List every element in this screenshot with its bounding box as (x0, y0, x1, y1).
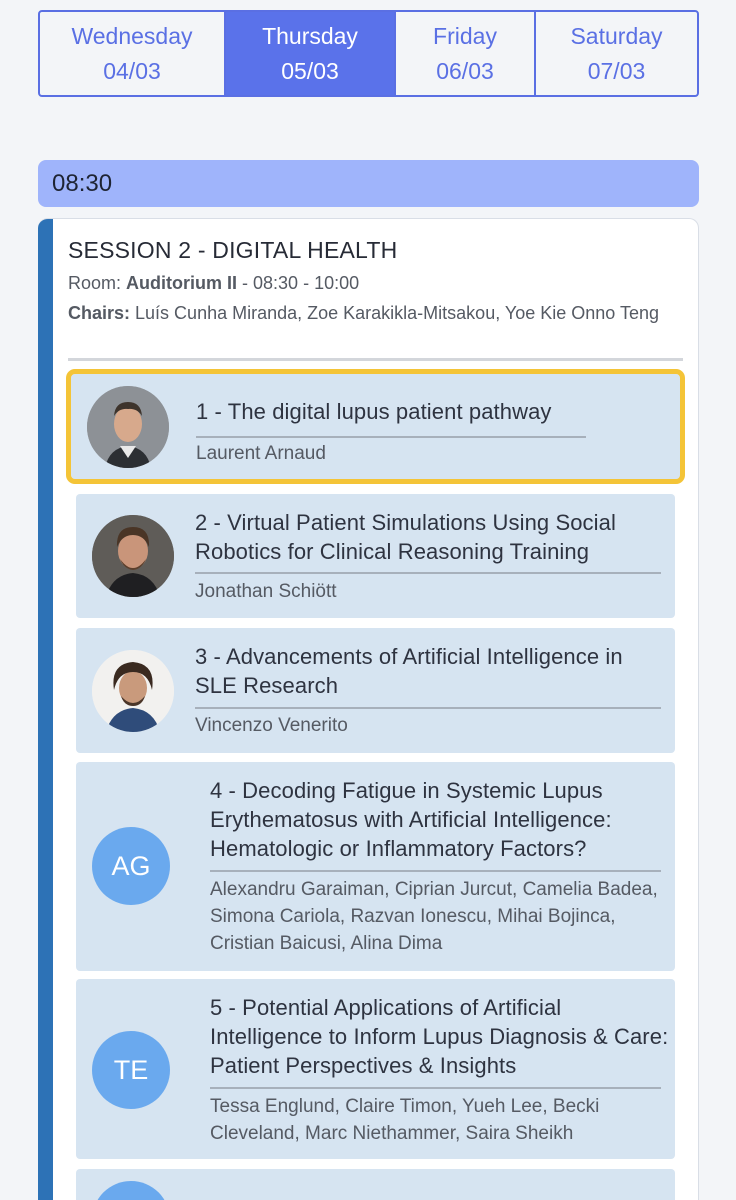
session-divider (68, 358, 683, 361)
talk-item-4[interactable]: AG 4 - Decoding Fatigue in Systemic Lupu… (76, 762, 675, 971)
talk-divider (210, 870, 661, 872)
speaker-initials-avatar: TE (92, 1031, 170, 1109)
session-card: SESSION 2 - DIGITAL HEALTH Room: Auditor… (38, 218, 699, 1200)
talk-speakers: Alexandru Garaiman, Ciprian Jurcut, Came… (210, 879, 658, 954)
talk-divider (195, 572, 661, 574)
tab-wednesday[interactable]: Wednesday 04/03 (40, 12, 226, 95)
chairs-names: Luís Cunha Miranda, Zoe Karakikla-Mitsak… (135, 303, 660, 323)
talk-title: 2 - Virtual Patient Simulations Using So… (195, 510, 616, 564)
tab-day-date: 07/03 (587, 57, 646, 84)
speaker-avatar (92, 650, 174, 732)
person-photo-icon (92, 650, 174, 732)
talk-speakers: Laurent Arnaud (196, 443, 326, 464)
person-photo-icon (92, 515, 174, 597)
talk-item-2[interactable]: 2 - Virtual Patient Simulations Using So… (76, 494, 675, 618)
talk-item-3[interactable]: 3 - Advancements of Artificial Intellige… (76, 628, 675, 753)
tab-day-name: Friday (433, 22, 497, 49)
tab-saturday[interactable]: Saturday 07/03 (536, 12, 697, 95)
talk-title: 3 - Advancements of Artificial Intellige… (195, 644, 623, 698)
talk-divider (195, 707, 661, 709)
tab-thursday[interactable]: Thursday 05/03 (226, 12, 396, 95)
room-label: Room: (68, 273, 122, 293)
session-chairs: Chairs: Luís Cunha Miranda, Zoe Karakikl… (68, 300, 678, 327)
talk-title: 4 - Decoding Fatigue in Systemic Lupus E… (210, 778, 612, 861)
talk-item-6[interactable] (76, 1169, 675, 1200)
speaker-avatar (87, 386, 169, 468)
session-room: Room: Auditorium II - 08:30 - 10:00 (68, 273, 359, 294)
session-title: SESSION 2 - DIGITAL HEALTH (68, 237, 398, 263)
day-tabs: Wednesday 04/03 Thursday 05/03 Friday 06… (38, 10, 699, 97)
room-name: Auditorium II (126, 273, 238, 293)
speaker-initials-avatar: AG (92, 827, 170, 905)
talk-title: 1 - The digital lupus patient pathway (196, 399, 552, 424)
tab-day-name: Thursday (262, 22, 358, 49)
speaker-avatar (92, 515, 174, 597)
time-slot-header: 08:30 (38, 160, 699, 207)
talk-item-1[interactable]: 1 - The digital lupus patient pathway La… (66, 369, 685, 484)
tab-day-date: 05/03 (281, 57, 339, 84)
talk-item-5[interactable]: TE 5 - Potential Applications of Artific… (76, 979, 675, 1159)
speaker-initials-avatar (92, 1181, 170, 1200)
tab-day-name: Wednesday (71, 22, 193, 49)
tab-day-name: Saturday (570, 22, 663, 49)
chairs-label: Chairs: (68, 303, 131, 323)
talk-speakers: Vincenzo Venerito (195, 715, 348, 736)
talk-speakers: Tessa Englund, Claire Timon, Yueh Lee, B… (210, 1096, 600, 1144)
session-stripe (38, 219, 53, 1200)
talk-divider (196, 436, 586, 438)
talk-divider (210, 1087, 661, 1089)
talk-title: 5 - Potential Applications of Artificial… (210, 995, 669, 1078)
tab-friday[interactable]: Friday 06/03 (396, 12, 536, 95)
person-photo-icon (87, 386, 169, 468)
tab-day-date: 06/03 (436, 57, 494, 84)
talk-speakers: Jonathan Schiött (195, 581, 337, 602)
tab-day-date: 04/03 (103, 57, 161, 84)
session-time-range: - 08:30 - 10:00 (237, 273, 360, 293)
